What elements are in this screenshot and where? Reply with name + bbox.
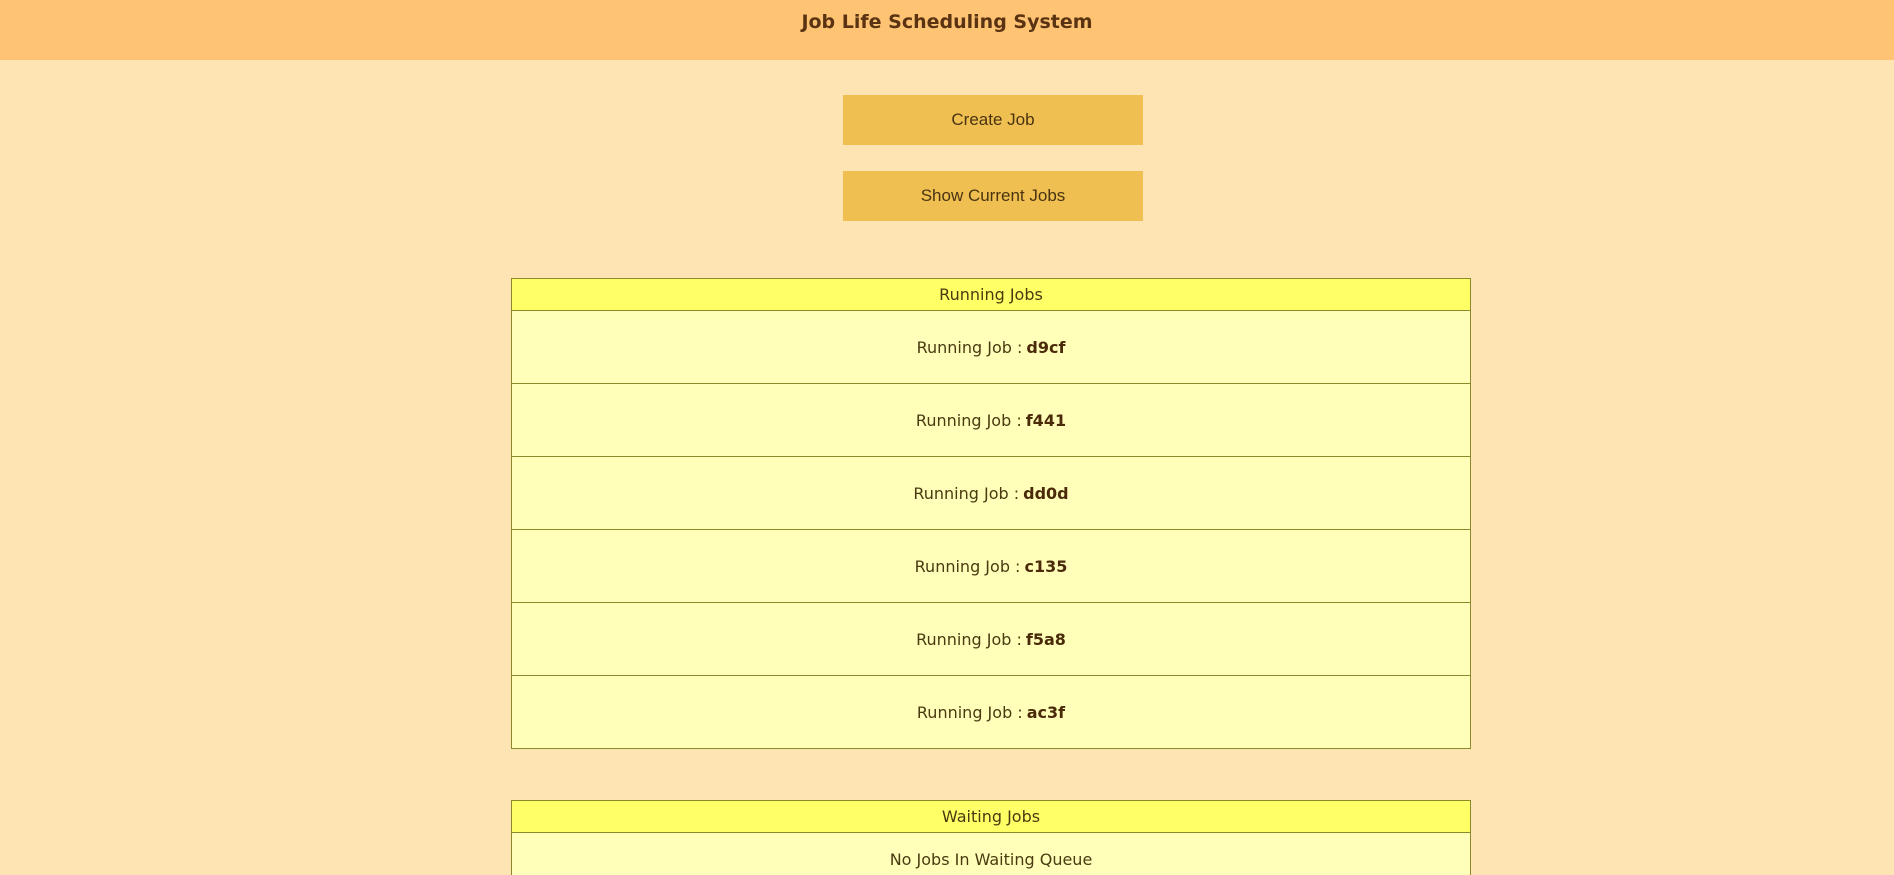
running-job-label: Running Job :: [914, 556, 1021, 576]
running-jobs-header: Running Jobs: [512, 279, 1470, 311]
waiting-empty-message: No Jobs In Waiting Queue: [889, 849, 1093, 869]
waiting-jobs-panel: Waiting Jobs No Jobs In Waiting Queue: [511, 800, 1471, 875]
running-job-id: ac3f: [1026, 702, 1066, 722]
running-job-row: Running Job : ac3f: [512, 676, 1470, 748]
running-job-label: Running Job :: [915, 410, 1022, 430]
running-job-id: f5a8: [1025, 629, 1066, 649]
running-jobs-panel: Running Jobs Running Job : d9cf Running Jo…: [511, 278, 1471, 749]
running-job-label: Running Job :: [916, 337, 1023, 357]
running-job-row: Running Job : dd0d: [512, 457, 1470, 530]
app-header: Job Life Scheduling System: [0, 0, 1894, 60]
running-job-row: Running Job : f441: [512, 384, 1470, 457]
create-job-button[interactable]: Create Job: [843, 95, 1143, 145]
app-title: Job Life Scheduling System: [801, 11, 1093, 33]
running-job-row: Running Job : c135: [512, 530, 1470, 603]
show-current-jobs-button[interactable]: Show Current Jobs: [843, 171, 1143, 221]
running-job-label: Running Job :: [916, 629, 1022, 649]
action-buttons: Create Job Show Current Jobs: [0, 95, 1894, 221]
running-jobs-list: Running Job : d9cf Running Job : f441 Runnin…: [512, 311, 1470, 748]
waiting-jobs-header: Waiting Jobs: [512, 801, 1470, 833]
running-job-id: d9cf: [1026, 337, 1066, 357]
running-job-id: f441: [1025, 410, 1067, 430]
running-job-row: Running Job : d9cf: [512, 311, 1470, 384]
running-job-id: dd0d: [1023, 483, 1069, 503]
running-job-row: Running Job : f5a8: [512, 603, 1470, 676]
running-job-label: Running Job :: [913, 483, 1020, 503]
running-job-label: Running Job :: [916, 702, 1023, 722]
running-job-id: c135: [1024, 556, 1068, 576]
